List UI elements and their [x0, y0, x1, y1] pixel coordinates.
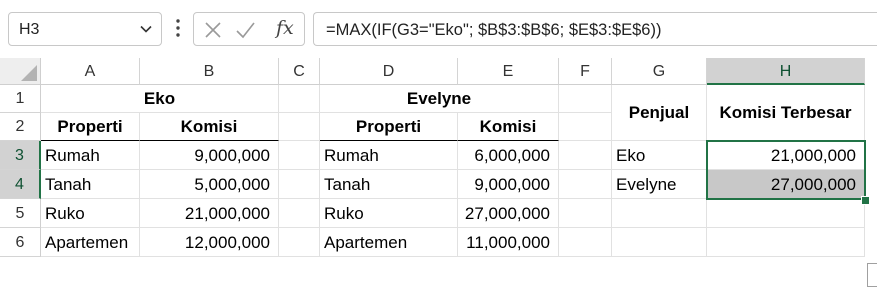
cancel-icon[interactable] [203, 20, 223, 40]
penjual-cell[interactable]: Evelyne [612, 170, 707, 199]
cell-c5[interactable] [279, 199, 320, 228]
formula-text: =MAX(IF(G3="Eko"; $B$3:$B$6; $E$3:$E$6)) [326, 21, 662, 39]
cell-c1[interactable] [279, 85, 320, 113]
penjual-cell[interactable]: Eko [612, 141, 707, 170]
chevron-down-icon[interactable] [139, 22, 153, 36]
enter-icon[interactable] [235, 20, 255, 40]
cell-h6[interactable] [707, 228, 865, 257]
eko-properti-header[interactable]: Properti [41, 113, 140, 141]
cell-c4[interactable] [279, 170, 320, 199]
evelyne-komisi-cell[interactable]: 9,000,000 [458, 170, 559, 199]
cell-g5[interactable] [612, 199, 707, 228]
evelyne-properti-cell[interactable]: Apartemen [320, 228, 458, 257]
name-box[interactable]: H3 [8, 12, 162, 46]
formula-input[interactable]: =MAX(IF(G3="Eko"; $B$3:$B$6; $E$3:$E$6)) [313, 12, 877, 46]
evelyne-komisi-cell[interactable]: 27,000,000 [458, 199, 559, 228]
column-header-f[interactable]: F [559, 58, 612, 85]
column-header-g[interactable]: G [612, 58, 707, 85]
formula-bar: H3 fx =MAX(IF(G3="Eko"; $B$3:$B$6; $E$3:… [0, 0, 877, 58]
row-header-2[interactable]: 2 [0, 113, 41, 141]
cell-f2[interactable] [559, 113, 612, 141]
eko-komisi-cell[interactable]: 12,000,000 [140, 228, 279, 257]
spreadsheet-grid: A B C D E F G H 1 2 3 4 5 6 Eko Evelyne … [0, 58, 877, 287]
eko-komisi-header[interactable]: Komisi [140, 113, 279, 141]
select-all-button[interactable] [0, 58, 41, 85]
cell-f4[interactable] [559, 170, 612, 199]
komisi-terbesar-cell[interactable]: 21,000,000 [707, 141, 865, 170]
eko-properti-cell[interactable]: Tanah [41, 170, 140, 199]
column-header-a[interactable]: A [41, 58, 140, 85]
komisi-terbesar-cell[interactable]: 27,000,000 [707, 170, 865, 199]
evelyne-properti-cell[interactable]: Rumah [320, 141, 458, 170]
komisi-terbesar-header-cell[interactable]: Komisi Terbesar [707, 85, 865, 141]
eko-komisi-cell[interactable]: 9,000,000 [140, 141, 279, 170]
fill-handle[interactable] [861, 196, 870, 205]
evelyne-komisi-header[interactable]: Komisi [458, 113, 559, 141]
eko-properti-cell[interactable]: Rumah [41, 141, 140, 170]
row-header-1[interactable]: 1 [0, 85, 41, 113]
formula-buttons: fx [193, 12, 305, 46]
eko-properti-cell[interactable]: Ruko [41, 199, 140, 228]
row-header-4[interactable]: 4 [0, 170, 41, 199]
cell-c3[interactable] [279, 141, 320, 170]
column-header-d[interactable]: D [320, 58, 458, 85]
function-icon[interactable]: fx [276, 17, 294, 39]
penjual-header-cell[interactable]: Penjual [612, 85, 707, 141]
cell-g6[interactable] [612, 228, 707, 257]
more-options-icon[interactable] [175, 17, 181, 39]
evelyne-komisi-cell[interactable]: 6,000,000 [458, 141, 559, 170]
eko-komisi-cell[interactable]: 21,000,000 [140, 199, 279, 228]
cell-f1[interactable] [559, 85, 612, 113]
name-box-value: H3 [19, 21, 40, 38]
cell-c2[interactable] [279, 113, 320, 141]
evelyne-properti-cell[interactable]: Tanah [320, 170, 458, 199]
eko-properti-cell[interactable]: Apartemen [41, 228, 140, 257]
column-header-e[interactable]: E [458, 58, 559, 85]
cell-f5[interactable] [559, 199, 612, 228]
column-header-c[interactable]: C [279, 58, 320, 85]
row-header-6[interactable]: 6 [0, 228, 41, 257]
evelyne-komisi-cell[interactable]: 11,000,000 [458, 228, 559, 257]
column-header-b[interactable]: B [140, 58, 279, 85]
quick-analysis-button[interactable] [867, 263, 877, 287]
eko-komisi-cell[interactable]: 5,000,000 [140, 170, 279, 199]
evelyne-properti-cell[interactable]: Ruko [320, 199, 458, 228]
row-header-3[interactable]: 3 [0, 141, 41, 170]
cell-c6[interactable] [279, 228, 320, 257]
eko-title-cell[interactable]: Eko [41, 85, 279, 113]
cell-f3[interactable] [559, 141, 612, 170]
evelyne-properti-header[interactable]: Properti [320, 113, 458, 141]
cell-f6[interactable] [559, 228, 612, 257]
column-header-h[interactable]: H [707, 58, 865, 85]
evelyne-title-cell[interactable]: Evelyne [320, 85, 559, 113]
cell-h5[interactable] [707, 199, 865, 228]
row-header-5[interactable]: 5 [0, 199, 41, 228]
